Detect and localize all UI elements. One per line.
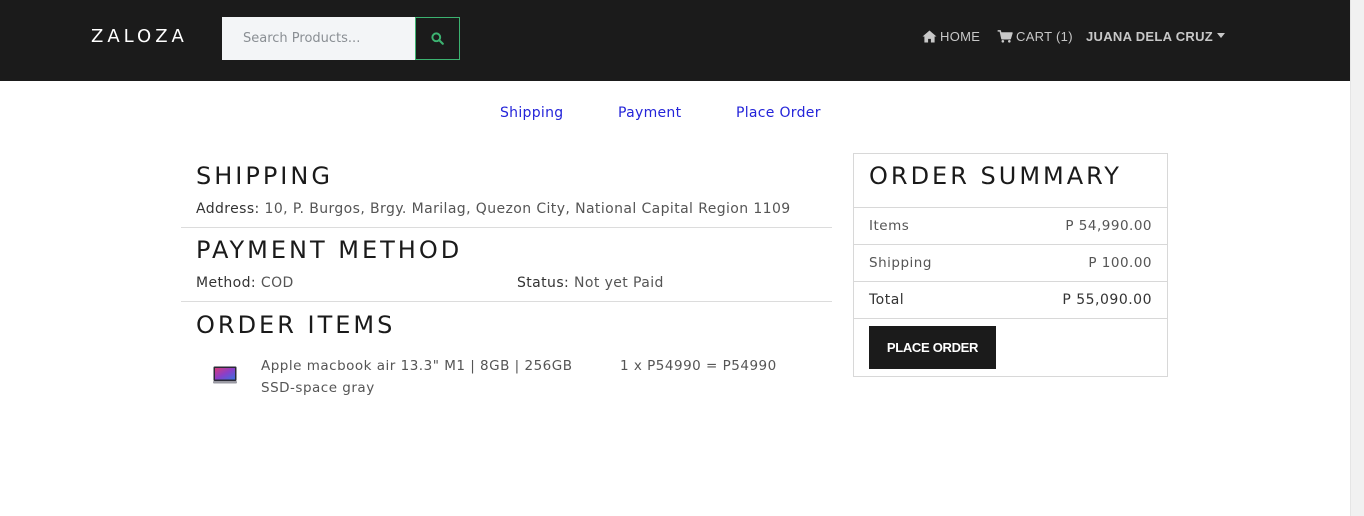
step-shipping-link[interactable]: Shipping	[500, 105, 563, 121]
page-scrollbar[interactable]	[1350, 0, 1364, 516]
summary-row-items: Items P 54,990.00	[854, 207, 1167, 244]
caret-down-icon	[1217, 33, 1226, 38]
payment-method-heading: PAYMENT METHOD	[196, 236, 463, 264]
cart-icon	[997, 30, 1013, 43]
step-place-order-link[interactable]: Place Order	[736, 105, 821, 121]
laptop-thumbnail[interactable]	[213, 366, 237, 384]
order-summary-heading: ORDER SUMMARY	[869, 162, 1122, 190]
summary-row-shipping: Shipping P 100.00	[854, 244, 1167, 281]
divider	[181, 301, 832, 302]
payment-method-line: Method: COD	[196, 275, 294, 291]
shipping-heading: SHIPPING	[196, 162, 333, 190]
shipping-address: Address: 10, P. Burgos, Brgy. Marilag, Q…	[196, 201, 791, 217]
order-item-name[interactable]: Apple macbook air 13.3" M1 | 8GB | 256GB…	[261, 355, 591, 399]
nav-cart-link[interactable]: CART (1)	[997, 29, 1073, 44]
summary-shipping-value: P 100.00	[1088, 255, 1152, 271]
summary-shipping-label: Shipping	[869, 255, 932, 271]
status-label: Status:	[517, 275, 570, 291]
nav-cart-label: CART (1)	[1016, 29, 1073, 44]
nav-home-label: HOME	[940, 29, 981, 44]
summary-total-label: Total	[869, 292, 905, 308]
summary-items-label: Items	[869, 218, 910, 234]
nav-home-link[interactable]: HOME	[922, 29, 980, 44]
user-name-label: JUANA DELA CRUZ	[1086, 29, 1214, 44]
divider	[181, 227, 832, 228]
search-input[interactable]	[222, 17, 416, 60]
search-button[interactable]	[415, 17, 460, 60]
payment-status-line: Status: Not yet Paid	[517, 275, 664, 291]
status-value: Not yet Paid	[574, 275, 664, 291]
order-item-price-calc: 1 x P54990 = P54990	[620, 358, 777, 374]
place-order-button[interactable]: PLACE ORDER	[869, 326, 996, 369]
order-items-heading: ORDER ITEMS	[196, 311, 396, 339]
top-navbar: ZALOZA HOME CART (1) JUANA DELA CRUZ	[0, 0, 1350, 81]
summary-items-value: P 54,990.00	[1065, 218, 1152, 234]
step-payment-link[interactable]: Payment	[618, 105, 681, 121]
search-icon	[431, 32, 444, 45]
home-icon	[922, 30, 937, 43]
address-value: 10, P. Burgos, Brgy. Marilag, Quezon Cit…	[264, 201, 791, 217]
method-label: Method:	[196, 275, 257, 291]
summary-row-total: Total P 55,090.00	[854, 281, 1167, 318]
brand-logo[interactable]: ZALOZA	[91, 26, 188, 47]
order-summary-card: ORDER SUMMARY Items P 54,990.00 Shipping…	[853, 153, 1168, 377]
summary-row-action: PLACE ORDER	[854, 318, 1167, 377]
user-menu-dropdown[interactable]: JUANA DELA CRUZ	[1086, 29, 1226, 44]
address-label: Address:	[196, 201, 260, 217]
method-value: COD	[260, 275, 294, 291]
summary-total-value: P 55,090.00	[1062, 292, 1152, 308]
